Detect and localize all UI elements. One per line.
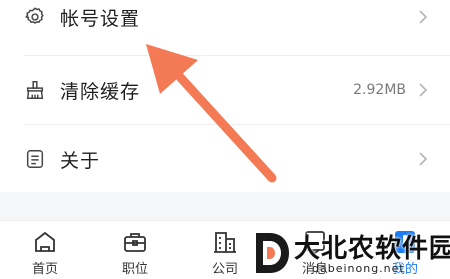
section-gap: [0, 192, 450, 220]
settings-item-account[interactable]: 帐号设置: [0, 0, 450, 52]
tab-label: 职位: [121, 262, 148, 277]
settings-item-clear-cache[interactable]: 清除缓存 2.92MB: [0, 55, 450, 125]
home-icon: [35, 231, 55, 252]
broom-icon: [26, 81, 44, 99]
watermark-logo-icon: [256, 233, 289, 273]
watermark-title: 大北农软件园: [294, 234, 450, 264]
info-list-icon: [26, 150, 44, 168]
tab-jobs[interactable]: 职位: [90, 221, 180, 279]
chevron-right-icon: [419, 83, 428, 97]
tab-label: 首页: [31, 262, 58, 277]
gear-icon: [25, 7, 44, 24]
chevron-right-icon: [419, 152, 428, 166]
building-icon: [214, 232, 236, 253]
settings-item-about[interactable]: 关于: [0, 124, 450, 194]
briefcase-icon: [124, 233, 146, 252]
settings-item-label: 清除缓存: [60, 80, 141, 103]
chevron-right-icon: [419, 10, 428, 24]
watermark: 大北农软件园 dabeinong.net: [252, 226, 450, 279]
cache-size-value: 2.92MB: [353, 82, 406, 98]
tab-home[interactable]: 首页: [0, 221, 90, 279]
settings-item-label: 帐号设置: [60, 7, 141, 30]
watermark-url: dabeinong.net: [312, 262, 405, 275]
settings-item-label: 关于: [60, 149, 101, 172]
